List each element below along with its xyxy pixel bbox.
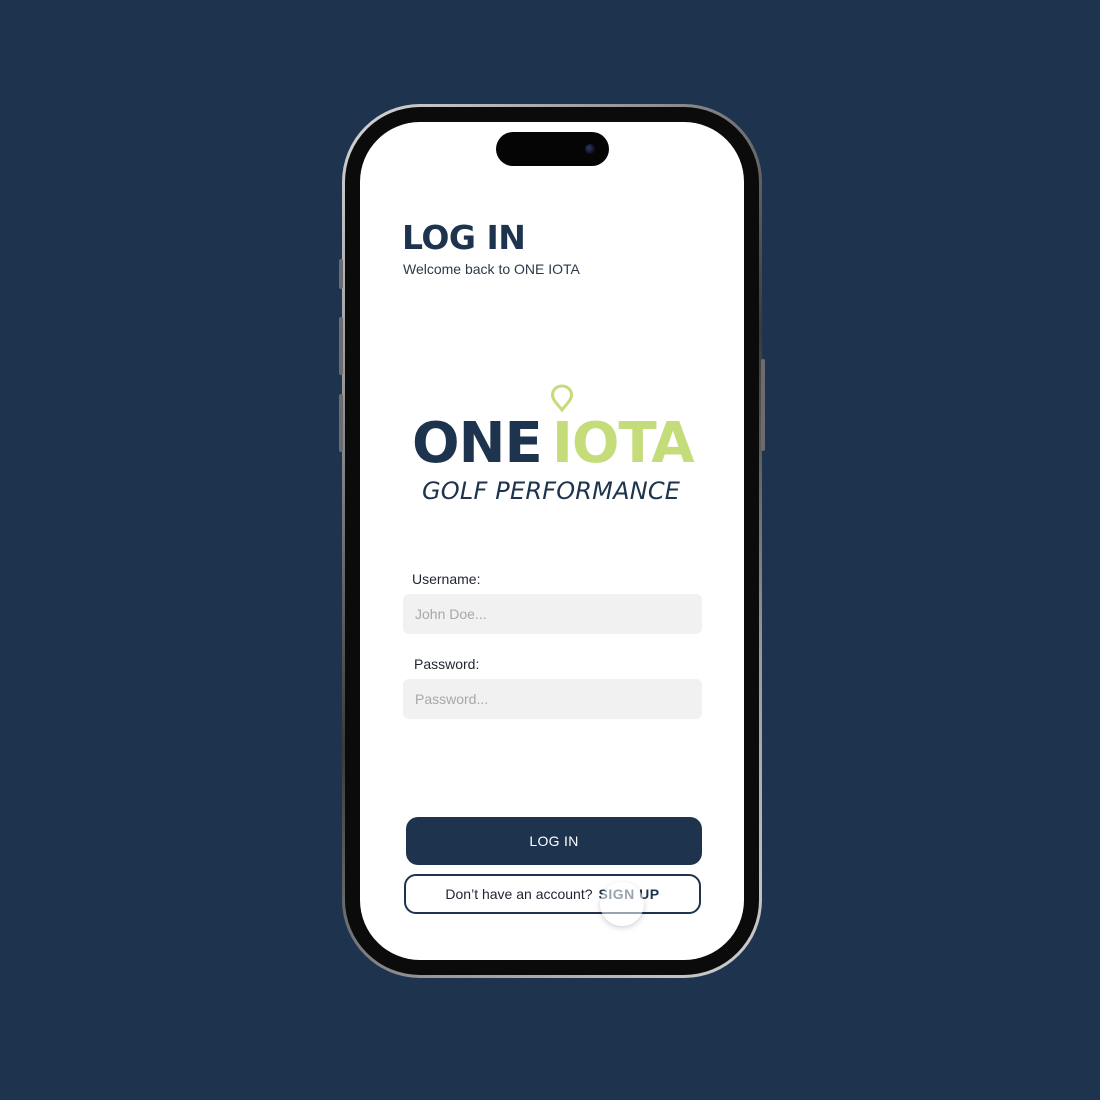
action-button: [339, 259, 343, 289]
power-button: [761, 359, 765, 451]
app-screen: LOG IN Welcome back to ONE IOTA ONE IOTA…: [360, 122, 744, 960]
password-label: Password:: [414, 656, 480, 672]
logo-tagline: GOLF PERFORMANCE: [422, 477, 681, 505]
volume-down-button: [339, 394, 343, 452]
dynamic-island: [496, 132, 609, 166]
signup-prompt-text: Don’t have an account?: [445, 886, 593, 902]
page-title: LOG IN: [402, 218, 526, 257]
logo-word-one: ONE: [412, 411, 543, 476]
password-input[interactable]: [403, 679, 702, 719]
phone-frame: LOG IN Welcome back to ONE IOTA ONE IOTA…: [339, 104, 765, 978]
signup-link[interactable]: SIGN UP: [599, 886, 660, 902]
username-input[interactable]: [403, 594, 702, 634]
stage: LOG IN Welcome back to ONE IOTA ONE IOTA…: [0, 0, 1100, 1100]
signup-prompt-box: Don’t have an account? SIGN UP: [404, 874, 701, 914]
volume-up-button: [339, 317, 343, 375]
location-pin-icon: [550, 384, 574, 413]
page-subtitle: Welcome back to ONE IOTA: [403, 261, 580, 277]
login-button[interactable]: LOG IN: [406, 817, 702, 865]
camera-icon: [585, 144, 595, 154]
logo-word-iota: IOTA: [552, 411, 695, 476]
brand-logo: ONE IOTA GOLF PERFORMANCE: [410, 384, 700, 514]
username-label: Username:: [412, 571, 481, 587]
